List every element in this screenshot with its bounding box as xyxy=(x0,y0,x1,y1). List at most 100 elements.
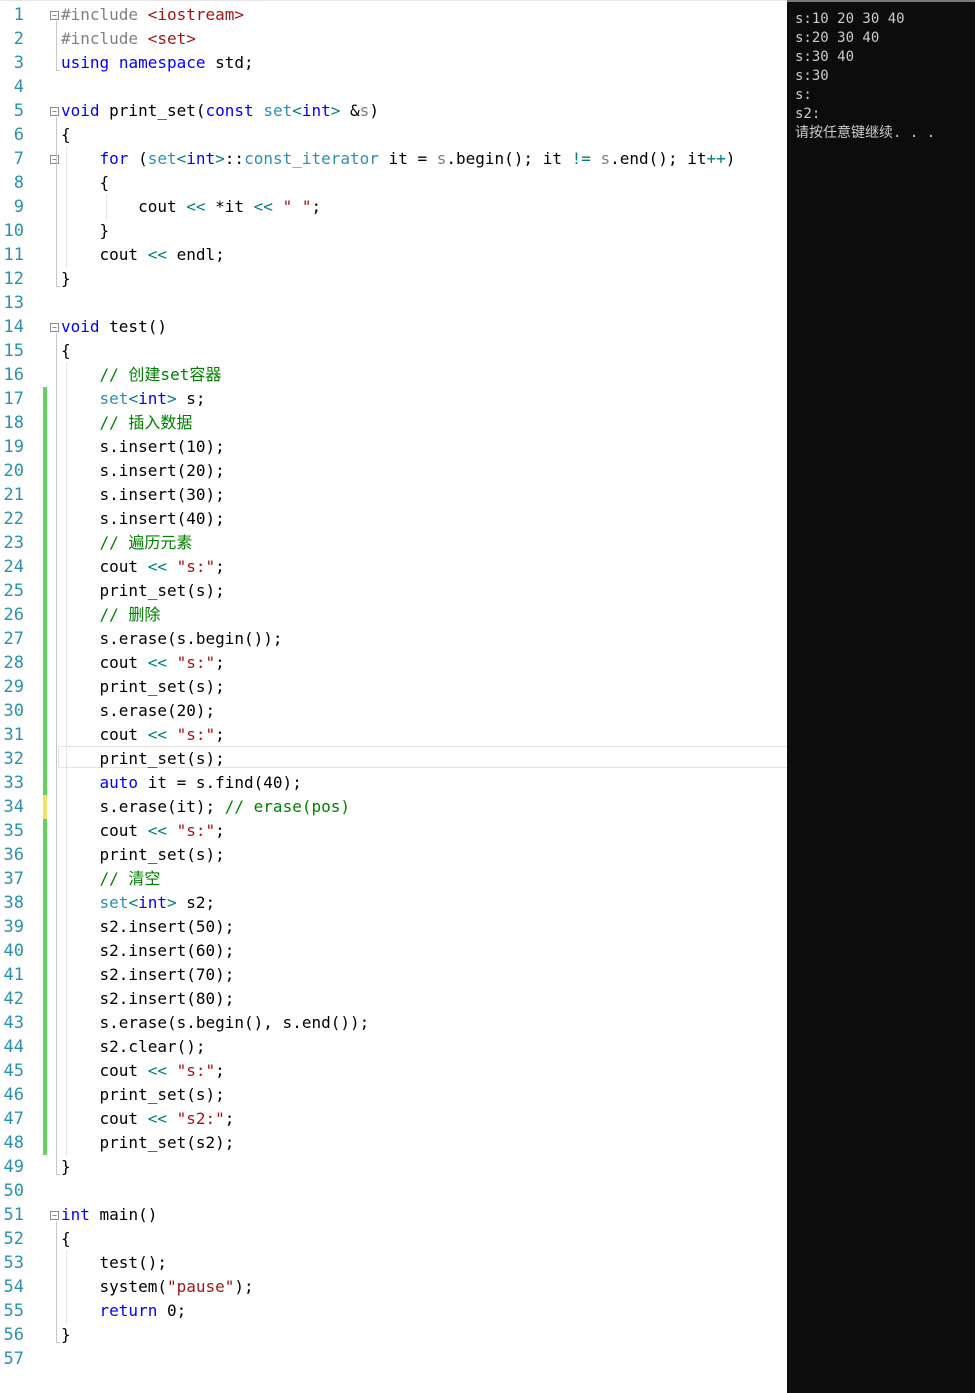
line-number-gutter: 1 2 3 4 5 6 7 8 9 10 11 12 13 14 15 16 17 18 19 20 21 22 23 24 2… xyxy=(0,0,30,1393)
code-line[interactable]: print_set(s); xyxy=(61,843,225,867)
indent-guide xyxy=(66,1251,67,1323)
collapse-toggle-icon[interactable]: − xyxy=(50,323,59,332)
line-number: 34 xyxy=(3,797,24,817)
code-token: << xyxy=(147,725,167,744)
code-line[interactable]: s.erase(s.begin(), s.end()); xyxy=(61,1011,370,1035)
code-line[interactable]: print_set(s); xyxy=(61,579,225,603)
collapse-toggle-icon[interactable]: − xyxy=(50,155,59,164)
code-line[interactable]: s.insert(10); xyxy=(61,435,225,459)
code-line[interactable]: set<int> s2; xyxy=(61,891,216,915)
code-token: <iostream> xyxy=(147,5,245,24)
code-token: { xyxy=(61,125,71,144)
line-number: 26 xyxy=(3,605,24,625)
console-line: s:30 xyxy=(795,68,829,84)
code-line[interactable]: // 遍历元素 xyxy=(61,531,193,555)
code-token: .begin(); it xyxy=(446,149,572,168)
code-line[interactable]: } xyxy=(61,219,110,243)
unsaved-change-marker xyxy=(43,795,47,819)
code-line[interactable]: cout << "s:"; xyxy=(61,819,225,843)
collapse-toggle-icon[interactable]: − xyxy=(50,11,59,20)
code-line[interactable]: void print_set(const set<int> &s) xyxy=(61,99,379,123)
code-token: ; xyxy=(215,653,225,672)
console-top-border xyxy=(787,0,975,2)
code-token: s xyxy=(359,101,370,120)
code-token: main() xyxy=(89,1205,158,1224)
fold-guide-line xyxy=(56,333,60,1175)
code-line[interactable]: s2.insert(60); xyxy=(61,939,235,963)
code-line[interactable]: s.insert(20); xyxy=(61,459,225,483)
code-token: using xyxy=(61,53,110,72)
code-token: print_set( xyxy=(99,101,206,120)
code-line[interactable]: auto it = s.find(40); xyxy=(61,771,302,795)
code-token: namespace xyxy=(118,53,206,72)
code-line[interactable]: #include <set> xyxy=(61,27,196,51)
code-line[interactable]: // 删除 xyxy=(61,603,161,627)
line-number: 5 xyxy=(13,101,24,121)
code-token: < xyxy=(128,893,139,912)
code-line[interactable]: { xyxy=(61,171,110,195)
line-number: 28 xyxy=(3,653,24,673)
line-number: 30 xyxy=(3,701,24,721)
code-line[interactable]: s2.insert(70); xyxy=(61,963,235,987)
code-line[interactable]: cout << endl; xyxy=(61,243,225,267)
code-token: 0; xyxy=(157,1301,187,1320)
collapse-toggle-icon[interactable]: − xyxy=(50,107,59,116)
code-line[interactable]: print_set(s); xyxy=(61,675,225,699)
code-line[interactable]: s2.insert(50); xyxy=(61,915,235,939)
indent-guide xyxy=(66,363,67,1155)
code-line[interactable]: cout << "s:"; xyxy=(61,1059,225,1083)
code-line[interactable]: print_set(s2); xyxy=(61,1131,235,1155)
code-line[interactable]: int main() xyxy=(61,1203,157,1227)
code-line[interactable]: system("pause"); xyxy=(61,1275,254,1299)
code-line[interactable]: cout << "s:"; xyxy=(61,723,225,747)
code-line[interactable]: } xyxy=(61,1323,71,1347)
code-token: int xyxy=(61,1205,90,1224)
console-line: s:20 30 40 xyxy=(795,30,880,46)
line-number: 17 xyxy=(3,389,24,409)
console-line: s: xyxy=(795,87,812,103)
line-number: 55 xyxy=(3,1301,24,1321)
code-line[interactable]: print_set(s); xyxy=(61,747,225,771)
code-line[interactable]: { xyxy=(61,339,71,363)
code-line[interactable]: { xyxy=(61,1227,71,1251)
code-token: != xyxy=(571,149,591,168)
code-line[interactable]: return 0; xyxy=(61,1299,187,1323)
code-line[interactable]: s.insert(30); xyxy=(61,483,225,507)
code-token: s.insert(30); xyxy=(61,485,225,504)
code-line[interactable]: } xyxy=(61,267,71,291)
line-number: 21 xyxy=(3,485,24,505)
code-line[interactable]: // 插入数据 xyxy=(61,411,193,435)
code-token: > xyxy=(166,389,177,408)
code-line[interactable]: // 创建set容器 xyxy=(61,363,222,387)
line-number: 51 xyxy=(3,1205,24,1225)
code-line[interactable]: test(); xyxy=(61,1251,167,1275)
code-line[interactable]: for (set<int>::const_iterator it = s.beg… xyxy=(61,147,736,171)
code-line[interactable]: set<int> s; xyxy=(61,387,206,411)
code-editor[interactable]: 1 2 3 4 5 6 7 8 9 10 11 12 13 14 15 16 17 18 19 20 21 22 23 24 2… xyxy=(0,0,787,1393)
code-line[interactable]: s.insert(40); xyxy=(61,507,225,531)
code-line[interactable]: s.erase(s.begin()); xyxy=(61,627,283,651)
code-line[interactable]: { xyxy=(61,123,71,147)
console-window[interactable]: s:10 20 30 40 s:20 30 40 s:30 40 s:30 s: s2: 请… xyxy=(787,0,975,1393)
code-line[interactable]: print_set(s); xyxy=(61,1083,225,1107)
code-token: "s:" xyxy=(176,725,216,744)
code-token: cout xyxy=(61,557,148,576)
code-line[interactable]: void test() xyxy=(61,315,167,339)
code-line[interactable]: using namespace std; xyxy=(61,51,254,75)
code-line[interactable]: cout << "s2:"; xyxy=(61,1107,235,1131)
code-line[interactable]: s2.insert(80); xyxy=(61,987,235,1011)
code-line[interactable]: cout << "s:"; xyxy=(61,555,225,579)
code-token: < xyxy=(292,101,302,120)
code-line[interactable]: } xyxy=(61,1155,71,1179)
code-line[interactable]: cout << *it << " "; xyxy=(61,195,321,219)
line-number: 37 xyxy=(3,869,24,889)
code-line[interactable]: // 清空 xyxy=(61,867,161,891)
code-token: << xyxy=(147,1109,167,1128)
code-line[interactable]: s.erase(it); // erase(pos) xyxy=(61,795,350,819)
line-number: 6 xyxy=(13,125,24,145)
code-line[interactable]: #include <iostream> xyxy=(61,3,244,27)
collapse-toggle-icon[interactable]: − xyxy=(50,1211,59,1220)
code-line[interactable]: cout << "s:"; xyxy=(61,651,225,675)
code-line[interactable]: s2.clear(); xyxy=(61,1035,206,1059)
code-line[interactable]: s.erase(20); xyxy=(61,699,216,723)
